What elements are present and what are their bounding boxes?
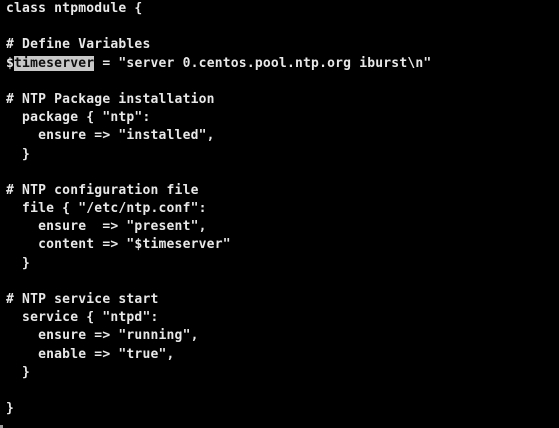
code-line: } [6, 146, 31, 162]
code-line: ensure => "installed", [6, 128, 215, 144]
selected-variable-name[interactable]: timeserver [14, 55, 95, 71]
code-line: # Define Variables [6, 37, 151, 53]
code-line: enable => "true", [6, 346, 175, 362]
code-line: service { "ntpd": [6, 310, 159, 326]
code-line: file { "/etc/ntp.conf": [6, 201, 207, 217]
code-line: content => "$timeserver" [6, 237, 231, 253]
variable-assignment: = "server 0.centos.pool.ntp.org iburst\n… [102, 55, 432, 71]
code-line: # NTP Package installation [6, 91, 215, 107]
code-line: class ntpmodule { [6, 1, 143, 16]
code-line: # NTP service start [6, 292, 159, 307]
terminal-window[interactable]: class ntpmodule { # Define Variables $ti… [0, 0, 559, 428]
code-line: ensure => "running", [6, 328, 199, 344]
code-line: ensure => "present", [6, 219, 207, 235]
code-line-variable-definition: $timeserver = "server 0.centos.pool.ntp.… [6, 55, 559, 73]
code-line: package { "ntp": [6, 110, 151, 126]
code-line: # NTP configuration file [6, 182, 199, 198]
code-line: } [6, 401, 15, 417]
variable-sigil: $ [6, 55, 15, 71]
code-line: } [6, 364, 31, 380]
code-line: } [6, 255, 31, 271]
